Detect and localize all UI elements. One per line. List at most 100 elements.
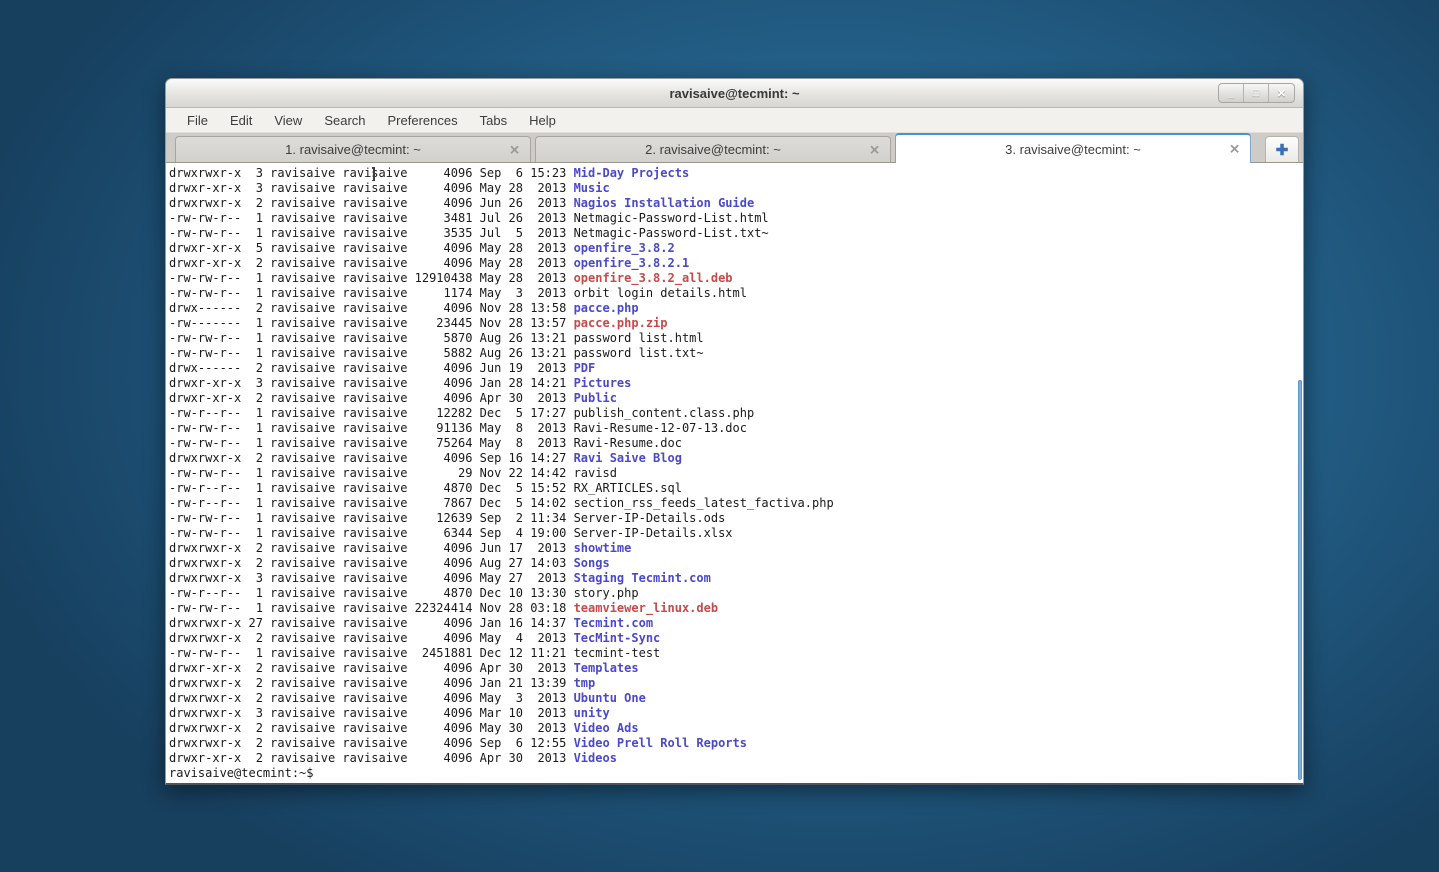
- ls-row: drwxrwxr-x 3 ravisaive ravisaive 4096 Ma…: [169, 571, 1303, 586]
- menu-item-search[interactable]: Search: [313, 110, 376, 131]
- tab-3[interactable]: 3. ravisaive@tecmint: ~ ✕: [895, 133, 1251, 163]
- ls-row: -rw-rw-r-- 1 ravisaive ravisaive 6344 Se…: [169, 526, 1303, 541]
- ls-row: drwxrwxr-x 2 ravisaive ravisaive 4096 Ma…: [169, 721, 1303, 736]
- ls-row: drwxr-xr-x 2 ravisaive ravisaive 4096 Ma…: [169, 256, 1303, 271]
- tab-label: 2. ravisaive@tecmint: ~: [645, 142, 781, 157]
- ls-output: drwxrwxr-x 3 ravisaive ravisaive 4096 Se…: [166, 164, 1303, 781]
- file-name: Video Ads: [574, 721, 639, 735]
- file-name: Ravi-Resume.doc: [574, 436, 682, 450]
- file-name: Pictures: [574, 376, 632, 390]
- file-name: Songs: [574, 556, 610, 570]
- maximize-button[interactable]: □: [1244, 84, 1269, 102]
- menu-item-preferences[interactable]: Preferences: [377, 110, 469, 131]
- ls-row: drwxrwxr-x 2 ravisaive ravisaive 4096 Ma…: [169, 691, 1303, 706]
- file-name: Mid-Day Projects: [574, 166, 690, 180]
- file-name: Video Prell Roll Reports: [574, 736, 747, 750]
- menu-item-file[interactable]: File: [176, 110, 219, 131]
- ls-row: drwxrwxr-x 2 ravisaive ravisaive 4096 Ju…: [169, 541, 1303, 556]
- file-name: openfire_3.8.2_all.deb: [574, 271, 733, 285]
- plus-icon: ✚: [1276, 141, 1289, 159]
- file-name: story.php: [574, 586, 639, 600]
- ls-row: -rw-rw-r-- 1 ravisaive ravisaive 5870 Au…: [169, 331, 1303, 346]
- file-name: orbit login details.html: [574, 286, 747, 300]
- window-titlebar[interactable]: ravisaive@tecmint: ~ _ □ ✕: [166, 79, 1303, 108]
- ls-row: drwx------ 2 ravisaive ravisaive 4096 Ju…: [169, 361, 1303, 376]
- file-name: Public: [574, 391, 617, 405]
- file-name: TecMint-Sync: [574, 631, 661, 645]
- tab-close-icon[interactable]: ✕: [509, 143, 520, 156]
- ls-row: drwxrwxr-x 2 ravisaive ravisaive 4096 Se…: [169, 736, 1303, 751]
- terminal-window: ravisaive@tecmint: ~ _ □ ✕ FileEditViewS…: [165, 78, 1304, 785]
- ls-row: -rw-rw-r-- 1 ravisaive ravisaive 12639 S…: [169, 511, 1303, 526]
- file-name: tmp: [574, 676, 596, 690]
- ls-row: -rw-rw-r-- 1 ravisaive ravisaive 5882 Au…: [169, 346, 1303, 361]
- file-name: Tecmint.com: [574, 616, 653, 630]
- file-name: Netmagic-Password-List.txt~: [574, 226, 769, 240]
- file-name: teamviewer_linux.deb: [574, 601, 719, 615]
- shell-prompt: ravisaive@tecmint:~$: [169, 766, 1303, 781]
- file-name: Videos: [574, 751, 617, 765]
- minimize-button[interactable]: _: [1219, 84, 1244, 102]
- ls-row: -rw-r--r-- 1 ravisaive ravisaive 4870 De…: [169, 586, 1303, 601]
- ls-row: -rw-rw-r-- 1 ravisaive ravisaive 1174 Ma…: [169, 286, 1303, 301]
- ls-row: -rw-rw-r-- 1 ravisaive ravisaive 75264 M…: [169, 436, 1303, 451]
- menu-bar: FileEditViewSearchPreferencesTabsHelp: [166, 108, 1303, 133]
- ls-row: -rw-r--r-- 1 ravisaive ravisaive 12282 D…: [169, 406, 1303, 421]
- file-name: tecmint-test: [574, 646, 661, 660]
- file-name: PDF: [574, 361, 596, 375]
- file-name: showtime: [574, 541, 632, 555]
- window-controls: _ □ ✕: [1218, 83, 1295, 103]
- tab-bar: 1. ravisaive@tecmint: ~✕2. ravisaive@tec…: [166, 133, 1303, 163]
- tab-close-icon[interactable]: ✕: [869, 143, 880, 156]
- file-name: publish_content.class.php: [574, 406, 755, 420]
- menu-item-help[interactable]: Help: [518, 110, 567, 131]
- file-name: Ravi-Resume-12-07-13.doc: [574, 421, 747, 435]
- menu-item-edit[interactable]: Edit: [219, 110, 263, 131]
- file-name: RX_ARTICLES.sql: [574, 481, 682, 495]
- tab-label: 1. ravisaive@tecmint: ~: [285, 142, 421, 157]
- file-name: openfire_3.8.2.1: [574, 256, 690, 270]
- ls-row: drwxrwxr-x 27 ravisaive ravisaive 4096 J…: [169, 616, 1303, 631]
- file-name: Netmagic-Password-List.html: [574, 211, 769, 225]
- file-name: password list.html: [574, 331, 704, 345]
- terminal-screen[interactable]: drwxrwxr-x 3 ravisaive ravisaive 4096 Se…: [166, 163, 1303, 783]
- ls-row: -rw-rw-r-- 1 ravisaive ravisaive 2451881…: [169, 646, 1303, 661]
- file-name: unity: [574, 706, 610, 720]
- ls-row: drwxr-xr-x 3 ravisaive ravisaive 4096 Ja…: [169, 376, 1303, 391]
- menu-item-view[interactable]: View: [263, 110, 313, 131]
- desktop-background: ravisaive@tecmint: ~ _ □ ✕ FileEditViewS…: [0, 0, 1439, 872]
- ls-row: drwxrwxr-x 2 ravisaive ravisaive 4096 Se…: [169, 451, 1303, 466]
- file-name: pacce.php: [574, 301, 639, 315]
- ls-row: -rw-rw-r-- 1 ravisaive ravisaive 1291043…: [169, 271, 1303, 286]
- file-name: ravisd: [574, 466, 617, 480]
- file-name: Server-IP-Details.ods: [574, 511, 726, 525]
- ls-row: -rw-rw-r-- 1 ravisaive ravisaive 2232441…: [169, 601, 1303, 616]
- ls-row: -rw-r--r-- 1 ravisaive ravisaive 7867 De…: [169, 496, 1303, 511]
- file-name: Templates: [574, 661, 639, 675]
- vertical-scrollbar[interactable]: [1298, 380, 1302, 780]
- ls-row: drwxrwxr-x 2 ravisaive ravisaive 4096 Ja…: [169, 676, 1303, 691]
- ls-row: drwxrwxr-x 2 ravisaive ravisaive 4096 Ma…: [169, 631, 1303, 646]
- close-button[interactable]: ✕: [1269, 84, 1294, 102]
- ls-row: drwxr-xr-x 2 ravisaive ravisaive 4096 Ap…: [169, 661, 1303, 676]
- tab-label: 3. ravisaive@tecmint: ~: [1005, 142, 1141, 157]
- ls-row: drwxr-xr-x 3 ravisaive ravisaive 4096 Ma…: [169, 181, 1303, 196]
- ls-row: -rw-rw-r-- 1 ravisaive ravisaive 91136 M…: [169, 421, 1303, 436]
- tab-2[interactable]: 2. ravisaive@tecmint: ~ ✕: [535, 136, 891, 162]
- file-name: pacce.php.zip: [574, 316, 668, 330]
- tab-1[interactable]: 1. ravisaive@tecmint: ~ ✕: [175, 136, 531, 162]
- minimize-icon: _: [1228, 87, 1234, 99]
- file-name: openfire_3.8.2: [574, 241, 675, 255]
- ls-row: -rw-rw-r-- 1 ravisaive ravisaive 29 Nov …: [169, 466, 1303, 481]
- ls-row: -rw-r--r-- 1 ravisaive ravisaive 4870 De…: [169, 481, 1303, 496]
- file-name: Ubuntu One: [574, 691, 646, 705]
- file-name: section_rss_feeds_latest_factiva.php: [574, 496, 834, 510]
- menu-item-tabs[interactable]: Tabs: [469, 110, 518, 131]
- ls-row: -rw-rw-r-- 1 ravisaive ravisaive 3535 Ju…: [169, 226, 1303, 241]
- ls-row: drwx------ 2 ravisaive ravisaive 4096 No…: [169, 301, 1303, 316]
- tab-close-icon[interactable]: ✕: [1229, 143, 1240, 156]
- ls-row: drwxrwxr-x 2 ravisaive ravisaive 4096 Ju…: [169, 196, 1303, 211]
- file-name: Ravi Saive Blog: [574, 451, 682, 465]
- new-tab-button[interactable]: ✚: [1265, 136, 1299, 162]
- ls-row: -rw-rw-r-- 1 ravisaive ravisaive 3481 Ju…: [169, 211, 1303, 226]
